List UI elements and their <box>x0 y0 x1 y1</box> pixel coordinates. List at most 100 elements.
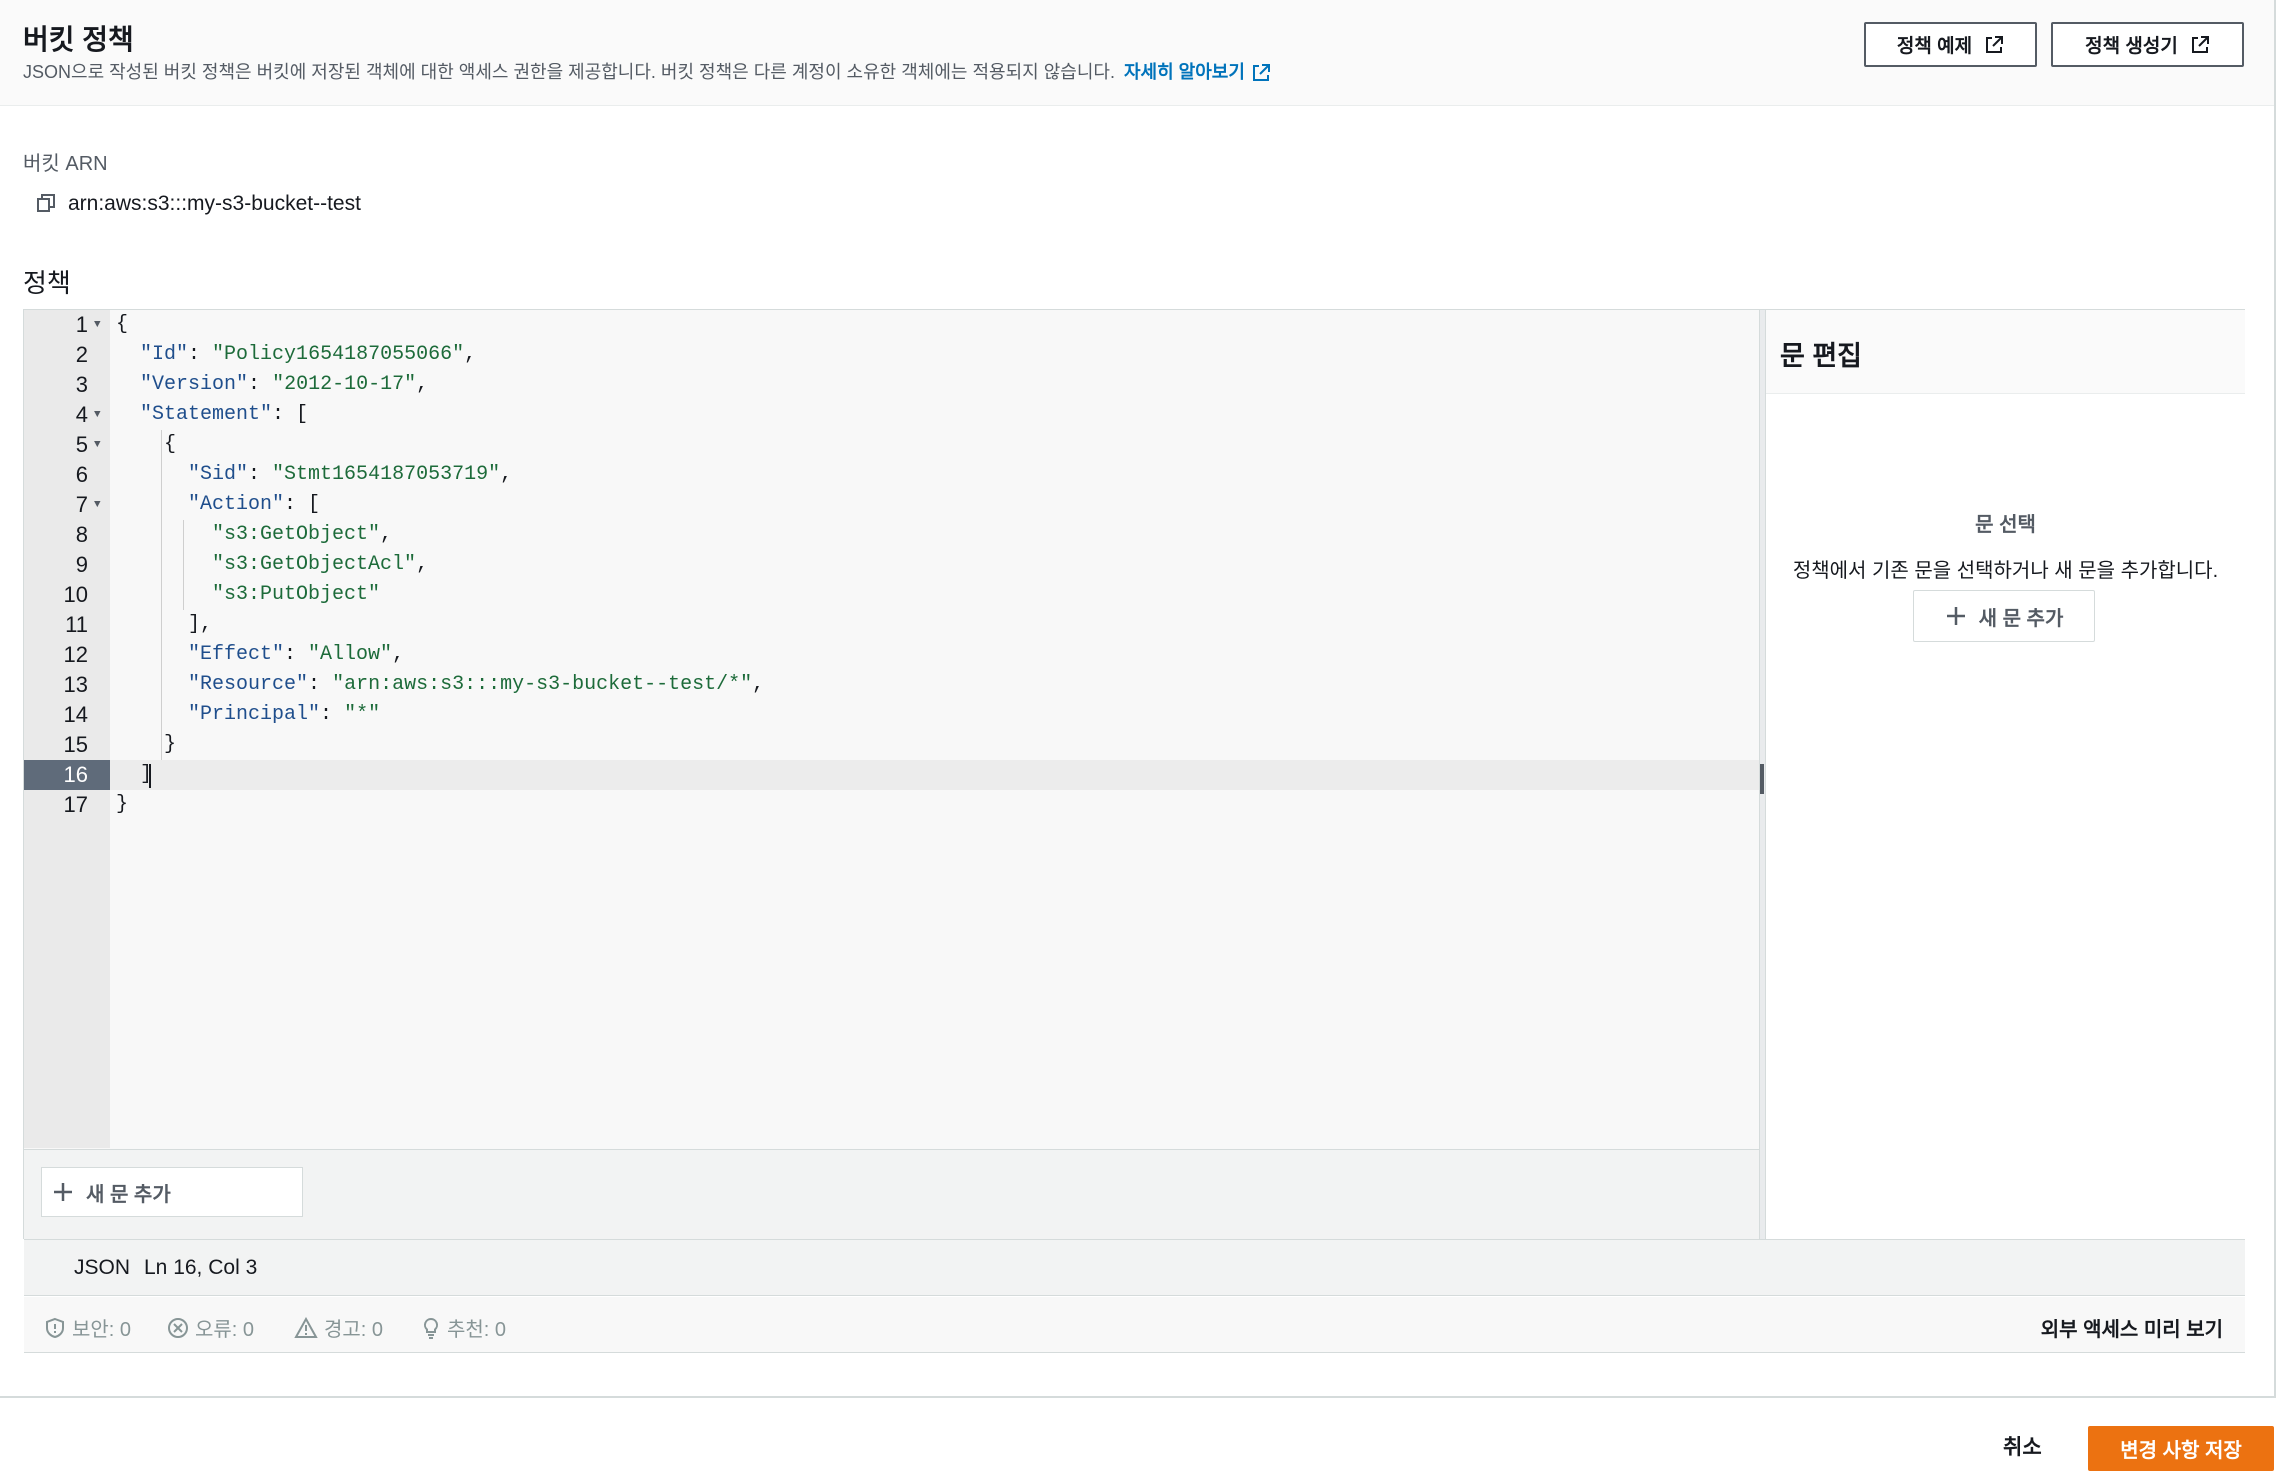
lint-bar: 보안: 0 오류: 0 경고: 0 추천: 0 외부 액세스 미리 보기 <box>24 1297 2245 1353</box>
code-line[interactable]: 14 "Principal": "*" <box>24 700 1759 730</box>
fold-arrow-icon[interactable]: ▼ <box>94 430 101 460</box>
bucket-arn-value: arn:aws:s3:::my-s3-bucket--test <box>68 192 361 215</box>
policy-examples-label: 정책 예제 <box>1896 36 1973 57</box>
preview-external-access-button[interactable]: 외부 액세스 미리 보기 <box>2041 1313 2223 1342</box>
code-line[interactable]: 16 ] <box>24 760 1759 790</box>
cursor-position: Ln 16, Col 3 <box>144 1256 258 1279</box>
select-statement-title: 문 선택 <box>1975 514 2036 536</box>
code-line[interactable]: 3 "Version": "2012-10-17", <box>24 370 1759 400</box>
shield-icon <box>46 1317 64 1338</box>
suggestion-count-label: 추천: 0 <box>447 1319 507 1341</box>
line-number: 3 <box>75 372 88 397</box>
line-number: 17 <box>63 792 88 817</box>
code-editor[interactable]: 1 ▼{2 "Id": "Policy1654187055066", 3 "Vers… <box>24 310 1759 1149</box>
line-number: 2 <box>75 342 88 367</box>
line-number: 5 <box>75 432 88 457</box>
line-number: 8 <box>75 522 88 547</box>
line-number: 7 <box>75 492 88 517</box>
side-add-statement-button[interactable]: 새 문 추가 <box>1913 590 2095 642</box>
code-line[interactable]: 15 } <box>24 730 1759 760</box>
plus-icon <box>1946 607 1965 625</box>
suggestion-count[interactable]: 추천: 0 <box>421 1313 506 1342</box>
error-count[interactable]: 오류: 0 <box>167 1313 254 1342</box>
code-text: "Id": "Policy1654187055066", <box>140 343 477 366</box>
cancel-button[interactable]: 취소 <box>2003 1431 2042 1461</box>
splitter-handle[interactable] <box>1760 764 1764 794</box>
save-changes-button[interactable]: 변경 사항 저장 <box>2088 1426 2274 1471</box>
code-line[interactable]: 10 "s3:PutObject" <box>24 580 1759 610</box>
code-line[interactable]: 12 "Effect": "Allow", <box>24 640 1759 670</box>
code-text: "Statement": [ <box>140 403 309 426</box>
add-statement-label: 새 문 추가 <box>86 1183 171 1206</box>
line-number: 14 <box>63 702 88 727</box>
side-panel-title: 문 편집 <box>1780 341 1863 371</box>
code-text: { <box>116 313 129 336</box>
lightbulb-icon <box>423 1317 439 1339</box>
add-statement-button[interactable]: 새 문 추가 <box>41 1167 303 1217</box>
error-icon <box>168 1317 188 1338</box>
line-number: 10 <box>63 582 88 607</box>
code-text: "Principal": "*" <box>188 703 381 726</box>
security-count[interactable]: 보안: 0 <box>44 1313 131 1342</box>
line-number: 6 <box>75 462 88 487</box>
bucket-policy-panel: 버킷 정책 JSON으로 작성된 버킷 정책은 버킷에 저장된 객체에 대한 액… <box>0 0 2276 1398</box>
select-statement-description: 정책에서 기존 문을 선택하거나 새 문을 추가합니다. <box>1792 560 2219 582</box>
line-number: 9 <box>75 552 88 577</box>
code-text: "s3:GetObjectAcl", <box>212 553 429 576</box>
code-line[interactable]: 17} <box>24 790 1759 820</box>
code-text: } <box>116 793 129 816</box>
panel-header: 버킷 정책 JSON으로 작성된 버킷 정책은 버킷에 저장된 객체에 대한 액… <box>0 0 2274 106</box>
line-number: 15 <box>63 732 88 757</box>
code-lines[interactable]: 1 ▼{2 "Id": "Policy1654187055066", 3 "Vers… <box>24 310 1759 820</box>
page-description: JSON으로 작성된 버킷 정책은 버킷에 저장된 객체에 대한 액세스 권한을… <box>23 58 1271 88</box>
fold-arrow-icon[interactable]: ▼ <box>94 490 101 520</box>
code-line[interactable]: 8 "s3:GetObject", <box>24 520 1759 550</box>
line-number: 1 <box>75 312 88 337</box>
line-number: 11 <box>65 612 88 637</box>
text-cursor <box>149 764 151 788</box>
bucket-arn-label: 버킷 ARN <box>23 153 108 175</box>
policy-examples-button[interactable]: 정책 예제 <box>1864 22 2037 67</box>
code-line[interactable]: 7 ▼ "Action": [ <box>24 490 1759 520</box>
editor-status-bar: JSON Ln 16, Col 3 <box>24 1239 2245 1296</box>
policy-generator-button[interactable]: 정책 생성기 <box>2051 22 2244 67</box>
code-line[interactable]: 2 "Id": "Policy1654187055066", <box>24 340 1759 370</box>
code-text: "s3:GetObject", <box>212 523 393 546</box>
code-line[interactable]: 13 "Resource": "arn:aws:s3:::my-s3-bucke… <box>24 670 1759 700</box>
copy-icon[interactable] <box>36 193 56 218</box>
code-text: ] <box>116 763 153 786</box>
code-text: "Effect": "Allow", <box>188 643 405 666</box>
code-line[interactable]: 11 ], <box>24 610 1759 640</box>
code-text: "Action": [ <box>188 493 321 516</box>
fold-arrow-icon[interactable]: ▼ <box>94 400 101 430</box>
external-link-icon <box>2191 35 2209 53</box>
security-count-label: 보안: 0 <box>72 1319 132 1341</box>
line-number: 4 <box>75 402 88 427</box>
plus-icon <box>54 1183 72 1201</box>
line-number: 16 <box>24 760 110 790</box>
code-line[interactable]: 5 ▼ { <box>24 430 1759 460</box>
warning-count[interactable]: 경고: 0 <box>294 1313 383 1342</box>
code-line[interactable]: 6 "Sid": "Stmt1654187053719", <box>24 460 1759 490</box>
learn-more-link[interactable]: 자세히 알아보기 <box>1124 62 1245 82</box>
page-title: 버킷 정책 <box>23 24 134 55</box>
code-text: "Sid": "Stmt1654187053719", <box>188 463 513 486</box>
language-mode: JSON <box>74 1256 131 1279</box>
external-link-icon[interactable] <box>1251 63 1271 88</box>
code-line[interactable]: 9 "s3:GetObjectAcl", <box>24 550 1759 580</box>
warning-count-label: 경고: 0 <box>324 1319 384 1341</box>
side-add-statement-label: 새 문 추가 <box>1978 607 2064 630</box>
code-text: ], <box>116 613 213 636</box>
line-number: 13 <box>63 672 88 697</box>
policy-generator-label: 정책 생성기 <box>2085 36 2178 57</box>
warning-icon <box>294 1316 318 1338</box>
code-line[interactable]: 1 ▼ { <box>24 310 1759 340</box>
code-text: { <box>116 433 177 456</box>
fold-arrow-icon[interactable]: ▼ <box>94 310 101 340</box>
external-link-icon <box>1986 35 2004 53</box>
description-text: JSON으로 작성된 버킷 정책은 버킷에 저장된 객체에 대한 액세스 권한을… <box>23 62 1115 82</box>
policy-editor: 1 ▼{2 "Id": "Policy1654187055066", 3 "Vers… <box>23 309 2245 1353</box>
code-line[interactable]: 4 ▼ "Statement": [ <box>24 400 1759 430</box>
code-text: "s3:PutObject" <box>212 583 381 606</box>
edit-statement-panel: 문 편집 문 선택 정책에서 기존 문을 선택하거나 새 문을 추가합니다. 새… <box>1766 310 2245 1239</box>
